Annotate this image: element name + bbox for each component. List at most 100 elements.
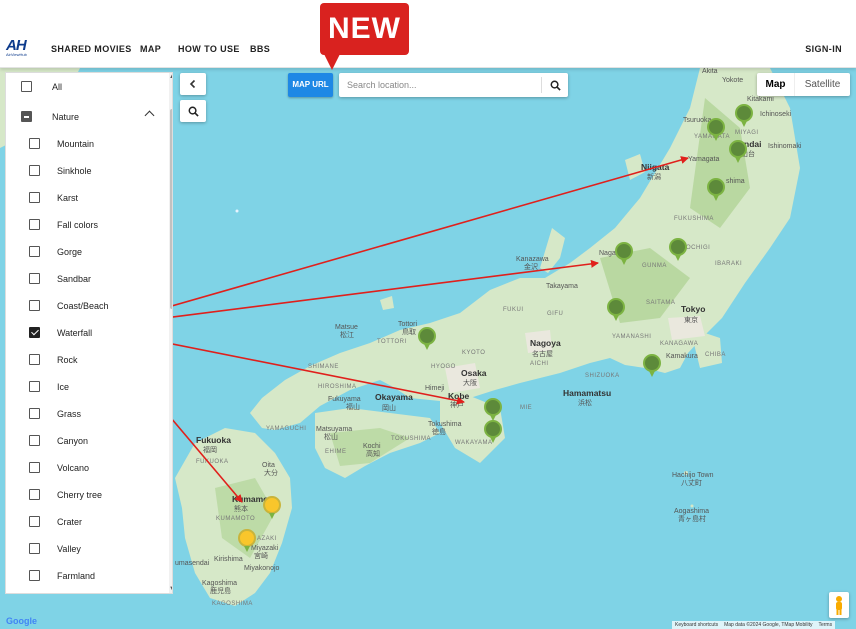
map-label: SHIZUOKA	[585, 373, 620, 379]
map-label: Hamamatsu	[563, 388, 612, 398]
filter-item-checkbox[interactable]	[29, 300, 40, 311]
map-label: Nagoya	[530, 338, 561, 348]
map-label: 高知	[366, 451, 380, 458]
nav-map[interactable]: MAP	[140, 44, 161, 54]
filter-item-label: Rock	[57, 354, 78, 365]
filter-item-row[interactable]: Rock	[6, 346, 166, 373]
filter-item-checkbox[interactable]	[29, 273, 40, 284]
map-label: OCHIGI	[686, 245, 711, 251]
filter-item-row[interactable]: Gorge	[6, 238, 166, 265]
filter-item-row[interactable]: Volcano	[6, 454, 166, 481]
panel-scrollbar[interactable]: ▲ ▼	[169, 73, 172, 593]
filter-item-row[interactable]: Grass	[6, 400, 166, 427]
waterfall-marker[interactable]	[484, 420, 502, 443]
waterfall-marker[interactable]	[707, 178, 725, 201]
filter-item-row[interactable]: Farmland	[6, 562, 166, 589]
terms-link[interactable]: Terms	[818, 622, 832, 628]
filter-item-row[interactable]: Valley	[6, 535, 166, 562]
location-search-button[interactable]	[545, 75, 565, 95]
map-label: CHIBA	[705, 352, 726, 358]
filter-item-label: Waterfall	[57, 327, 93, 338]
scroll-thumb[interactable]	[170, 109, 172, 309]
map-label: Tokushima	[428, 421, 462, 428]
filter-item-checkbox[interactable]	[29, 543, 40, 554]
waterfall-marker[interactable]	[607, 298, 625, 321]
map-label: Niigata	[641, 162, 670, 172]
filter-item-row[interactable]: Sinkhole	[6, 157, 166, 184]
nav-shared-movies[interactable]: SHARED MOVIES	[51, 44, 132, 54]
airviewhub-logo[interactable]: AH AirViewHub	[6, 38, 36, 62]
filter-item-checkbox[interactable]	[29, 246, 40, 257]
map-url-button[interactable]: MAP URL	[288, 73, 333, 97]
map-label: Oita	[262, 462, 275, 469]
map-label: 名古屋	[532, 351, 553, 358]
map-label: 神戸	[450, 402, 464, 409]
scroll-down-arrow-icon[interactable]: ▼	[169, 585, 172, 593]
filter-item-row[interactable]: Ice	[6, 373, 166, 400]
map-label: KYOTO	[462, 350, 486, 356]
waterfall-marker[interactable]	[238, 529, 256, 552]
filter-item-checkbox[interactable]	[29, 327, 40, 338]
filter-group-nature[interactable]: Nature	[6, 103, 166, 130]
map-label: Akita	[702, 68, 718, 75]
filter-item-row[interactable]: Fall colors	[6, 211, 166, 238]
waterfall-marker[interactable]	[615, 242, 633, 265]
filter-item-checkbox[interactable]	[29, 462, 40, 473]
filter-item-row[interactable]: Waterfall	[6, 319, 166, 346]
waterfall-marker[interactable]	[263, 496, 281, 519]
map-label: MIE	[520, 405, 533, 411]
waterfall-marker[interactable]	[669, 238, 687, 261]
map-label: 金沢	[524, 264, 538, 271]
filter-item-checkbox[interactable]	[29, 516, 40, 527]
filter-item-checkbox[interactable]	[29, 165, 40, 176]
filter-item-checkbox[interactable]	[29, 192, 40, 203]
map-label: 徳島	[432, 429, 446, 436]
filter-item-row[interactable]: Mountain	[6, 130, 166, 157]
map-label: Tokyo	[681, 304, 706, 314]
waterfall-marker[interactable]	[707, 118, 725, 141]
scroll-up-arrow-icon[interactable]: ▲	[169, 73, 172, 81]
location-search-input[interactable]	[347, 78, 537, 92]
nav-how-to-use[interactable]: HOW TO USE	[178, 44, 240, 54]
map-label: Miyazaki	[251, 545, 279, 552]
filter-item-checkbox[interactable]	[29, 408, 40, 419]
map-label: 八丈町	[681, 480, 702, 487]
filter-item-row[interactable]: Cherry tree	[6, 481, 166, 508]
map-label: FUKUOKA	[196, 459, 229, 465]
filter-item-row[interactable]: Coast/Beach	[6, 292, 166, 319]
all-checkbox[interactable]	[21, 81, 32, 92]
waterfall-marker[interactable]	[643, 354, 661, 377]
filter-item-row[interactable]: Karst	[6, 184, 166, 211]
filter-all-row[interactable]: All	[6, 73, 166, 100]
map-type-satellite[interactable]: Satellite	[795, 73, 850, 96]
filter-item-checkbox[interactable]	[29, 570, 40, 581]
nav-bbs[interactable]: BBS	[250, 44, 270, 54]
waterfall-marker[interactable]	[418, 327, 436, 350]
filter-item-checkbox[interactable]	[29, 219, 40, 230]
sign-in-link[interactable]: SIGN-IN	[805, 44, 842, 54]
filter-item-checkbox[interactable]	[29, 381, 40, 392]
filter-item-row[interactable]: Sandbar	[6, 265, 166, 292]
filter-item-checkbox[interactable]	[29, 354, 40, 365]
waterfall-marker[interactable]	[729, 140, 747, 163]
filter-item-row[interactable]: Crater	[6, 508, 166, 535]
keyboard-shortcuts-link[interactable]: Keyboard shortcuts	[675, 622, 718, 628]
map-label: KAGOSHIMA	[212, 601, 253, 607]
map-label: Himeji	[425, 385, 445, 392]
filter-item-label: Coast/Beach	[57, 300, 109, 311]
filter-item-row[interactable]: Canyon	[6, 427, 166, 454]
waterfall-marker[interactable]	[735, 104, 753, 127]
filter-item-checkbox[interactable]	[29, 435, 40, 446]
map-label: FUKUI	[503, 307, 524, 313]
map-type-map[interactable]: Map	[757, 73, 795, 96]
nature-checkbox[interactable]	[21, 111, 32, 122]
chevron-up-icon[interactable]	[144, 110, 155, 121]
map-label: 鹿児島	[210, 588, 231, 595]
waterfall-marker[interactable]	[484, 398, 502, 421]
street-view-pegman[interactable]	[829, 592, 849, 618]
filter-item-checkbox[interactable]	[29, 138, 40, 149]
filter-item-checkbox[interactable]	[29, 489, 40, 500]
map-label: 宮崎	[254, 553, 268, 560]
map-search-button[interactable]	[180, 100, 206, 122]
collapse-panel-button[interactable]	[180, 73, 206, 95]
